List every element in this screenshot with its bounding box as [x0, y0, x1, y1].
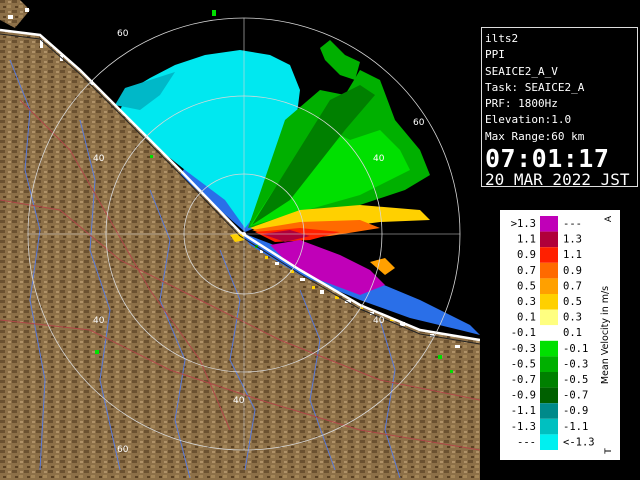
legend-label-lower: 0.5 [517, 280, 536, 292]
legend-label-upper: -0.3 [563, 358, 588, 370]
product-type: PPI [485, 48, 505, 62]
legend-label-upper: -1.1 [563, 421, 588, 433]
range-label: 40 [373, 316, 385, 326]
legend-swatch [540, 325, 558, 341]
legend-label-lower: -0.7 [511, 374, 536, 386]
legend-label-lower: 0.9 [517, 249, 536, 261]
legend-label-upper: 0.5 [563, 296, 582, 308]
legend-label-lower: 0.7 [517, 265, 536, 277]
legend-swatch [540, 262, 558, 279]
legend-swatch [540, 356, 558, 372]
legend-swatch [540, 434, 558, 450]
legend-label-lower: -0.1 [511, 327, 536, 339]
range-label: 40 [233, 396, 245, 406]
legend-swatch [540, 387, 558, 404]
legend-top-marker: A [604, 215, 614, 222]
range-label: 40 [373, 154, 385, 164]
legend-label-upper: 0.7 [563, 280, 582, 292]
legend-label-upper: <-1.3 [563, 436, 595, 448]
legend-label-lower: -1.1 [511, 405, 536, 417]
range-label: 60 [117, 445, 129, 455]
legend-swatch [540, 231, 558, 248]
legend-swatch [540, 309, 558, 326]
legend-label-lower: 0.1 [517, 312, 536, 324]
legend-label-upper: 1.3 [563, 234, 582, 246]
task-name: Task: SEAICE2_A [485, 80, 585, 94]
legend-swatch [540, 216, 558, 232]
legend-swatch [540, 294, 558, 310]
legend-label-upper: 1.1 [563, 249, 582, 261]
legend-label-upper: -0.7 [563, 390, 588, 402]
legend-label-lower: 1.1 [517, 234, 536, 246]
legend-label-upper: 0.9 [563, 265, 582, 277]
radar-site-marker [242, 232, 246, 236]
range-label: 40 [93, 154, 105, 164]
range-label: 60 [413, 118, 425, 128]
legend-label-upper: 0.1 [563, 327, 582, 339]
legend-label-lower: -0.3 [511, 343, 536, 355]
velocity-legend: >1.3 --- 1.1 1.3 0.9 1.1 0.7 0.9 0.5 0.7 0.3 0.5 0.1… [500, 210, 620, 460]
legend-label-lower: --- [517, 436, 536, 448]
elevation-value: Elevation:1.0 [485, 113, 572, 127]
max-range-value: Max Range:60 km [485, 129, 585, 143]
legend-swatch [540, 340, 558, 357]
legend-label-lower: -0.5 [511, 358, 536, 370]
legend-label-lower: >1.3 [511, 218, 536, 230]
legend-swatch [540, 418, 558, 435]
scan-info-panel: ilts2 PPI SEAICE2_A_V Task: SEAICE2_A PR… [481, 27, 638, 190]
legend-label-lower: -1.3 [511, 421, 536, 433]
legend-swatch [540, 278, 558, 294]
legend-swatch [540, 403, 558, 419]
legend-title: Mean Velocity in m/s [600, 286, 611, 384]
legend-label-upper: -0.5 [563, 374, 588, 386]
range-label: 40 [93, 316, 105, 326]
scan-time: 07:01:17 [485, 144, 610, 174]
legend-bottom-marker: T [604, 448, 614, 455]
legend-swatch [540, 247, 558, 263]
legend-label-upper: -0.1 [563, 343, 588, 355]
radar-ppi-display[interactable]: 60 60 40 40 40 40 40 60 [0, 0, 480, 480]
range-label: 60 [117, 29, 129, 39]
scan-name: SEAICE2_A_V [485, 64, 558, 78]
legend-label-lower: -0.9 [511, 390, 536, 402]
scan-date: 20 MAR 2022 JST [485, 170, 630, 190]
site-name: ilts2 [485, 32, 519, 45]
legend-label-lower: 0.3 [517, 296, 536, 308]
legend-swatch [540, 372, 558, 388]
prf-value: PRF: 1800Hz [485, 97, 558, 111]
legend-label-upper: 0.3 [563, 312, 582, 324]
legend-label-upper: --- [563, 218, 582, 230]
legend-label-upper: -0.9 [563, 405, 588, 417]
